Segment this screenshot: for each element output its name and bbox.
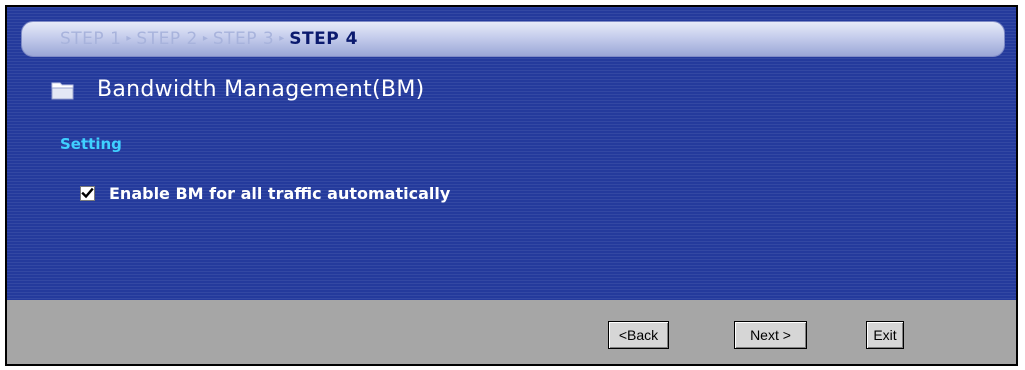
section-label-setting: Setting <box>60 135 122 153</box>
step-3: STEP 3 <box>212 29 275 49</box>
step-2: STEP 2 <box>136 29 198 49</box>
button-footer: <Back Next > Exit <box>7 300 1016 364</box>
enable-bm-option: Enable BM for all traffic automatically <box>80 184 450 203</box>
page-title: Bandwidth Management(BM) <box>97 77 425 102</box>
step-1: STEP 1 <box>60 29 122 49</box>
step-separator-icon: ▸ <box>279 32 285 44</box>
enable-bm-checkbox[interactable] <box>80 186 95 201</box>
next-button[interactable]: Next > <box>734 321 807 349</box>
step-separator-icon: ▸ <box>202 32 208 44</box>
step-separator-icon: ▸ <box>126 32 132 44</box>
page-title-row: Bandwidth Management(BM) <box>51 77 424 102</box>
wizard-panel: STEP 1 ▸ STEP 2 ▸ STEP 3 ▸ STEP 4 Bandwi… <box>5 5 1018 366</box>
back-button[interactable]: <Back <box>608 321 669 349</box>
enable-bm-label: Enable BM for all traffic automatically <box>109 184 451 203</box>
wizard-steps-bar: STEP 1 ▸ STEP 2 ▸ STEP 3 ▸ STEP 4 <box>21 21 1005 57</box>
checkmark-icon <box>81 187 94 199</box>
folder-icon <box>51 80 75 100</box>
step-4-current: STEP 4 <box>289 29 358 49</box>
exit-button[interactable]: Exit <box>866 321 904 349</box>
